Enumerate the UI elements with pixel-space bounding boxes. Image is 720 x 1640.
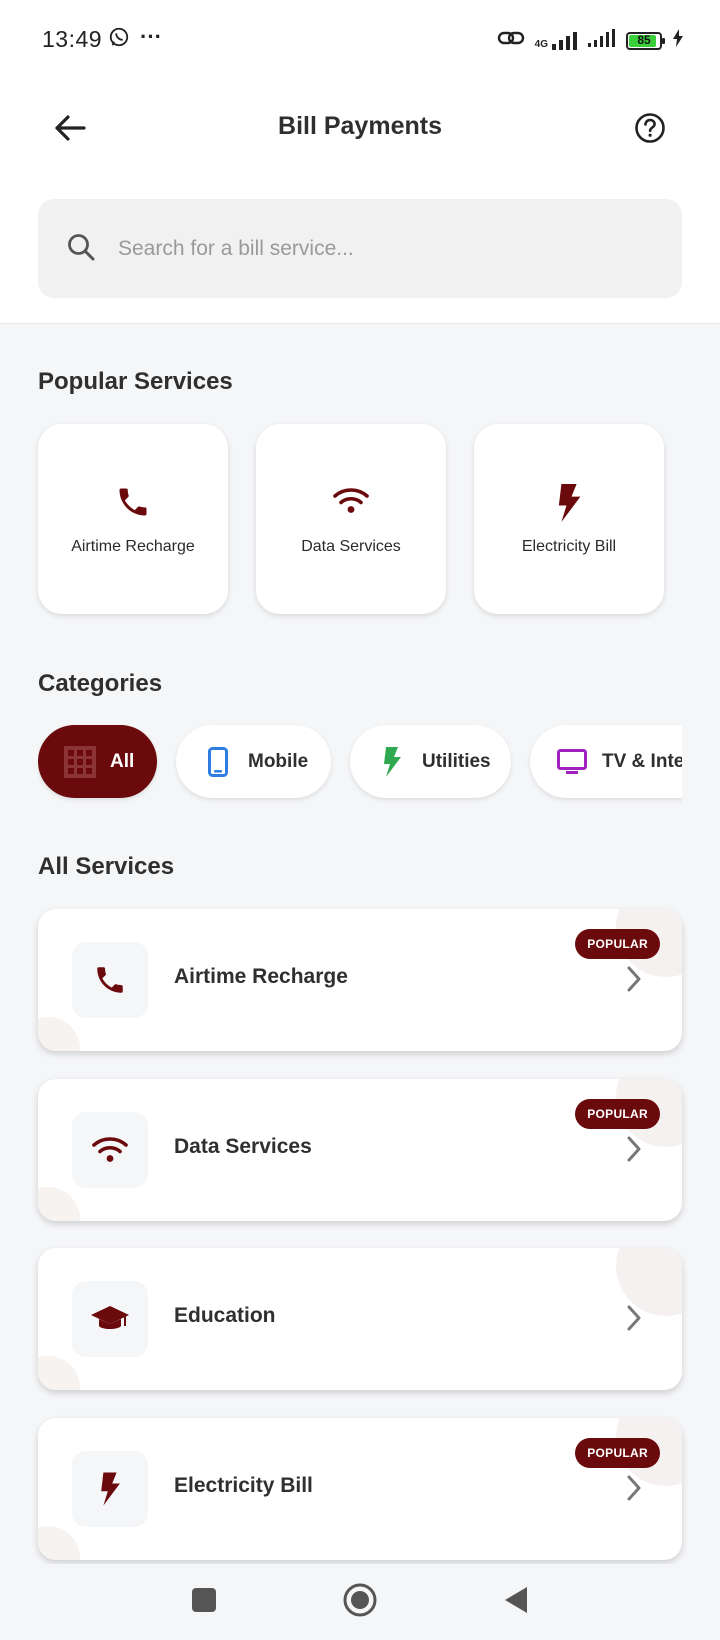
bolt-icon: [101, 1472, 120, 1506]
chevron-right-icon: [627, 1475, 641, 1501]
popular-card-electricity-bill[interactable]: Electricity Bill: [474, 424, 664, 614]
network-type-label: 4G: [534, 38, 548, 50]
app-header: Bill Payments: [0, 78, 720, 324]
category-chip-all[interactable]: All: [38, 725, 157, 798]
search-input[interactable]: [118, 219, 658, 279]
recents-button[interactable]: [182, 1578, 226, 1622]
service-name: Data Services: [174, 1135, 312, 1158]
service-row-electricity-bill[interactable]: Electricity Bill POPULAR: [38, 1418, 682, 1560]
popular-card-label: Data Services: [301, 538, 401, 555]
grid-icon: [64, 745, 96, 778]
smartphone-icon: [202, 746, 234, 778]
wifi-icon: [92, 1137, 128, 1162]
popular-card-label: Electricity Bill: [521, 538, 617, 555]
phone-icon: [97, 967, 123, 993]
back-nav-button[interactable]: [494, 1578, 538, 1622]
service-row-data-services[interactable]: Data Services POPULAR: [38, 1079, 682, 1221]
system-navigation-bar: [0, 1564, 720, 1640]
categories-scroller[interactable]: All Mobile Utilities TV & Internet: [38, 724, 682, 804]
page-title: Bill Payments: [278, 112, 442, 140]
search-icon: [68, 234, 95, 261]
categories-heading: Categories: [38, 670, 163, 697]
category-chip-tv-internet[interactable]: TV & Internet: [530, 725, 682, 798]
service-name: Electricity Bill: [174, 1474, 313, 1497]
chevron-right-icon: [627, 1136, 641, 1162]
service-name: Education: [174, 1304, 276, 1327]
popular-badge: POPULAR: [575, 929, 660, 959]
popular-card-airtime-recharge[interactable]: Airtime Recharge: [38, 424, 228, 614]
category-chip-utilities[interactable]: Utilities: [350, 725, 511, 798]
phone-icon: [119, 488, 147, 516]
popular-services-heading: Popular Services: [38, 368, 233, 395]
category-chip-label: Utilities: [422, 750, 491, 772]
search-bar[interactable]: [38, 199, 682, 298]
chevron-right-icon: [627, 966, 641, 992]
bolt-icon: [376, 746, 408, 778]
charging-bolt-icon: [672, 29, 684, 52]
status-indicators: 4G 85: [497, 28, 684, 53]
category-chip-label: All: [110, 750, 135, 772]
triangle-back-icon: [505, 1587, 527, 1613]
status-bar: 13:49 ··· 4G 85: [0, 0, 720, 78]
square-icon: [192, 1588, 216, 1612]
status-time: 13:49: [42, 26, 103, 52]
signal-strength-icon: [588, 29, 616, 52]
all-services-heading: All Services: [38, 853, 175, 880]
battery-level-text: 85: [637, 32, 651, 47]
wifi-icon: [333, 488, 369, 513]
help-button[interactable]: [630, 108, 670, 148]
service-name: Airtime Recharge: [174, 965, 348, 988]
service-row-education[interactable]: Education: [38, 1248, 682, 1390]
category-chip-label: TV & Internet: [602, 750, 682, 772]
home-circle-icon: [343, 1583, 377, 1617]
chevron-right-icon: [627, 1305, 641, 1331]
popular-badge: POPULAR: [575, 1099, 660, 1129]
popular-card-label: Airtime Recharge: [71, 538, 195, 555]
battery-icon: 85: [626, 31, 665, 50]
popular-card-data-services[interactable]: Data Services: [256, 424, 446, 614]
graduation-cap-icon: [91, 1306, 129, 1329]
bolt-icon: [558, 484, 581, 522]
whatsapp-icon: [108, 26, 130, 53]
home-button[interactable]: [338, 1578, 382, 1622]
mobile-signal-icon: 4G: [534, 31, 578, 50]
category-chip-label: Mobile: [248, 750, 309, 772]
category-chip-mobile[interactable]: Mobile: [176, 725, 331, 798]
more-notifications-icon: ···: [140, 24, 162, 49]
popular-badge: POPULAR: [575, 1438, 660, 1468]
help-circle-icon: [635, 113, 665, 143]
link-icon: [497, 28, 525, 53]
tv-icon: [556, 746, 588, 778]
service-row-airtime-recharge[interactable]: Airtime Recharge POPULAR: [38, 909, 682, 1051]
